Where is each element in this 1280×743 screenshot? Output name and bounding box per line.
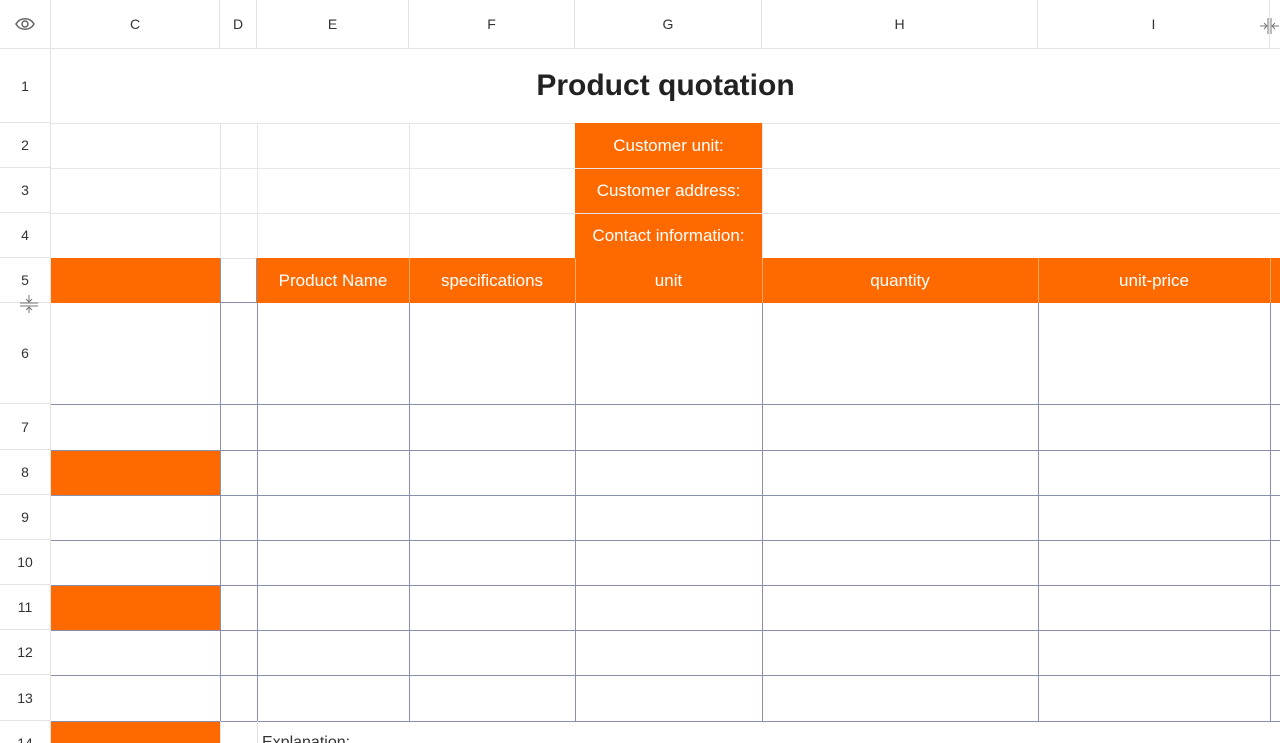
row-header-8[interactable]: 8: [0, 450, 51, 495]
column-header-c[interactable]: C: [51, 0, 220, 49]
table-row[interactable]: [257, 304, 1270, 404]
row-header-9[interactable]: 9: [0, 495, 51, 540]
freeze-row-icon[interactable]: [18, 294, 40, 314]
column-header-g[interactable]: G: [575, 0, 762, 49]
header-product-name[interactable]: Product Name: [257, 258, 409, 303]
table-row[interactable]: [257, 496, 1270, 540]
eye-icon[interactable]: [15, 16, 35, 32]
row-header-6[interactable]: 6: [0, 303, 51, 404]
select-all-corner[interactable]: [0, 0, 51, 49]
header-c5-cell[interactable]: [51, 258, 220, 303]
header-quantity[interactable]: quantity: [762, 258, 1038, 303]
row-header-12[interactable]: 12: [0, 630, 51, 675]
row-header-13[interactable]: 13: [0, 675, 51, 721]
row-header-11[interactable]: 11: [0, 585, 51, 630]
customer-unit-label: Customer unit:: [613, 135, 724, 155]
row-header-2[interactable]: 2: [0, 123, 51, 168]
row-header-7[interactable]: 7: [0, 404, 51, 450]
header-unit[interactable]: unit: [575, 258, 762, 303]
row-header-4[interactable]: 4: [0, 213, 51, 258]
header-unit-price[interactable]: unit-price: [1038, 258, 1270, 303]
page-title[interactable]: Product quotation: [51, 49, 1280, 123]
row-header-1[interactable]: 1: [0, 49, 51, 123]
c11-cell[interactable]: [51, 585, 220, 630]
table-row[interactable]: [257, 541, 1270, 585]
header-specifications[interactable]: specifications: [409, 258, 575, 303]
freeze-column-icon[interactable]: [1258, 17, 1280, 35]
row-header-10[interactable]: 10: [0, 540, 51, 585]
table-row[interactable]: [257, 676, 1270, 721]
column-header-f[interactable]: F: [409, 0, 575, 49]
row-header-14[interactable]: 14: [0, 721, 51, 743]
d5-cell[interactable]: [220, 258, 257, 303]
table-row[interactable]: [257, 451, 1270, 495]
column-header-i[interactable]: I: [1038, 0, 1270, 49]
column-header-h[interactable]: H: [762, 0, 1038, 49]
column-header-d[interactable]: D: [220, 0, 257, 49]
explanation-label[interactable]: Explanation:: [262, 734, 350, 743]
row-header-3[interactable]: 3: [0, 168, 51, 213]
column-header-e[interactable]: E: [257, 0, 409, 49]
c8-cell[interactable]: [51, 450, 220, 495]
customer-address-label: Customer address:: [596, 181, 741, 200]
table-row[interactable]: [257, 586, 1270, 630]
table-row[interactable]: [257, 631, 1270, 675]
contact-information-label: Contact information:: [592, 226, 745, 245]
table-row[interactable]: [257, 405, 1270, 450]
c14-cell[interactable]: [51, 721, 220, 743]
